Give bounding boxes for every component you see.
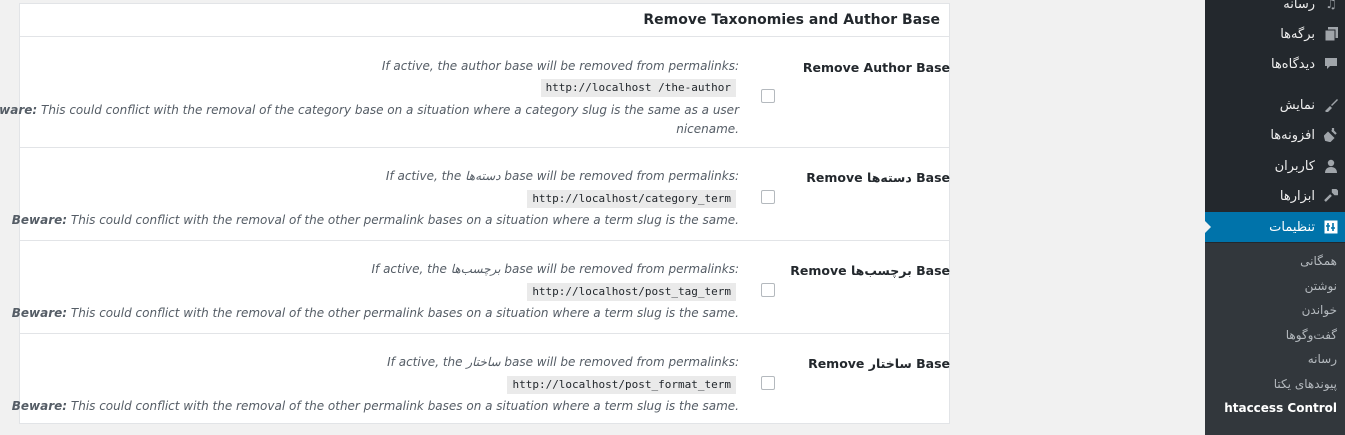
current-menu-arrow (1204, 220, 1211, 234)
warning-text: This could conflict with the removal of … (67, 399, 739, 413)
setting-description: If active, the ساختار base will be remov… (387, 355, 739, 369)
media-icon: ♫ (1325, 0, 1337, 12)
setting-description: If active, the برچسب‌ها base will be rem… (371, 262, 739, 276)
menu-label: تنظیمات (1269, 219, 1315, 235)
plugins-icon (1323, 127, 1339, 143)
submenu-item-general[interactable]: همگانی (1300, 254, 1337, 268)
permalink-example: http://localhost/post_format_term (507, 376, 736, 394)
menu-item-plugins[interactable]: افزونه‌ها (1205, 120, 1345, 150)
beware-label: Beware: (11, 399, 68, 413)
setting-row-format-base: Remove ساختار Base If active, the ساختار… (12, 334, 950, 424)
setting-row-author-base: Remove Author Base If active, the author… (0, 37, 950, 147)
permalink-example: http://localhost /the-author (540, 79, 736, 97)
setting-label: Remove برچسب‌ها Base (790, 263, 950, 278)
setting-label: Remove دسته‌ها Base (806, 170, 950, 185)
warning-text: This could conflict with the removal of … (67, 213, 739, 227)
menu-label: کاربران (1274, 158, 1315, 174)
setting-checkbox[interactable] (761, 89, 775, 103)
menu-item-users[interactable]: کاربران (1205, 151, 1345, 181)
submenu-item-discussion[interactable]: گفت‌وگوها (1286, 328, 1337, 342)
settings-submenu: همگانی نوشتن خواندن گفت‌وگوها رسانه پیون… (1205, 243, 1345, 435)
setting-row-tag-base: Remove برچسب‌ها Base If active, the برچس… (12, 241, 950, 333)
setting-checkbox[interactable] (761, 283, 775, 297)
setting-label: Remove ساختار Base (808, 356, 950, 371)
warning-text-continued: nicename. (676, 122, 739, 136)
setting-row-category-base: Remove دسته‌ها Base If active, the دسته‌… (12, 148, 950, 240)
users-icon (1323, 158, 1339, 174)
submenu-item-media[interactable]: رسانه (1308, 352, 1337, 366)
warning-text: This could conflict with the removal of … (67, 306, 739, 320)
setting-checkbox[interactable] (761, 190, 775, 204)
setting-description: If active, the author base will be remov… (381, 59, 739, 73)
comments-icon (1323, 56, 1339, 72)
pages-icon (1323, 26, 1339, 42)
menu-label: نمایش (1279, 97, 1315, 113)
panel-title: Remove Taxonomies and Author Base (643, 12, 940, 28)
beware-label: Beware: (11, 306, 68, 320)
setting-label: Remove Author Base (802, 60, 950, 75)
setting-checkbox[interactable] (761, 376, 775, 390)
warning-text: This could conflict with the removal of … (37, 103, 739, 117)
menu-label: ابزارها (1279, 188, 1315, 204)
menu-label: برگه‌ها (1280, 26, 1315, 42)
menu-item-tools[interactable]: ابزارها (1205, 181, 1345, 211)
menu-label: افزونه‌ها (1270, 127, 1315, 143)
submenu-item-writing[interactable]: نوشتن (1305, 279, 1337, 293)
setting-warning: Beware: This could conflict with the rem… (0, 103, 739, 117)
setting-warning: Beware: This could conflict with the rem… (12, 399, 739, 413)
settings-panel: Remove Taxonomies and Author Base Remove… (0, 3, 950, 424)
admin-sidebar: رسانه ♫ برگه‌ها دیدگاه‌ها نمایش افزونه‌ه… (1204, 0, 1345, 435)
menu-item-comments[interactable]: دیدگاه‌ها (1205, 49, 1345, 79)
submenu-item-reading[interactable]: خواندن (1302, 303, 1337, 317)
setting-warning: Beware: This could conflict with the rem… (12, 306, 739, 320)
beware-label: Beware: (11, 213, 68, 227)
permalink-example: http://localhost/post_tag_term (527, 283, 736, 301)
menu-item-media[interactable]: رسانه ♫ (1205, 0, 1345, 19)
beware-label: Beware: (0, 103, 38, 117)
settings-icon (1323, 219, 1339, 235)
menu-label: رسانه (1283, 0, 1315, 12)
setting-warning: Beware: This could conflict with the rem… (12, 213, 739, 227)
submenu-item-permalinks[interactable]: پیوندهای یکتا (1274, 377, 1337, 391)
menu-item-appearance[interactable]: نمایش (1205, 90, 1345, 120)
appearance-icon (1323, 97, 1339, 113)
permalink-example: http://localhost/category_term (527, 190, 736, 208)
menu-label: دیدگاه‌ها (1270, 56, 1315, 72)
submenu-item-htaccess-control[interactable]: htaccess Control (1224, 401, 1337, 415)
tools-icon (1323, 188, 1339, 204)
menu-item-pages[interactable]: برگه‌ها (1205, 19, 1345, 49)
setting-description: If active, the دسته‌ها base will be remo… (385, 169, 739, 183)
menu-item-settings[interactable]: تنظیمات (1204, 212, 1345, 242)
